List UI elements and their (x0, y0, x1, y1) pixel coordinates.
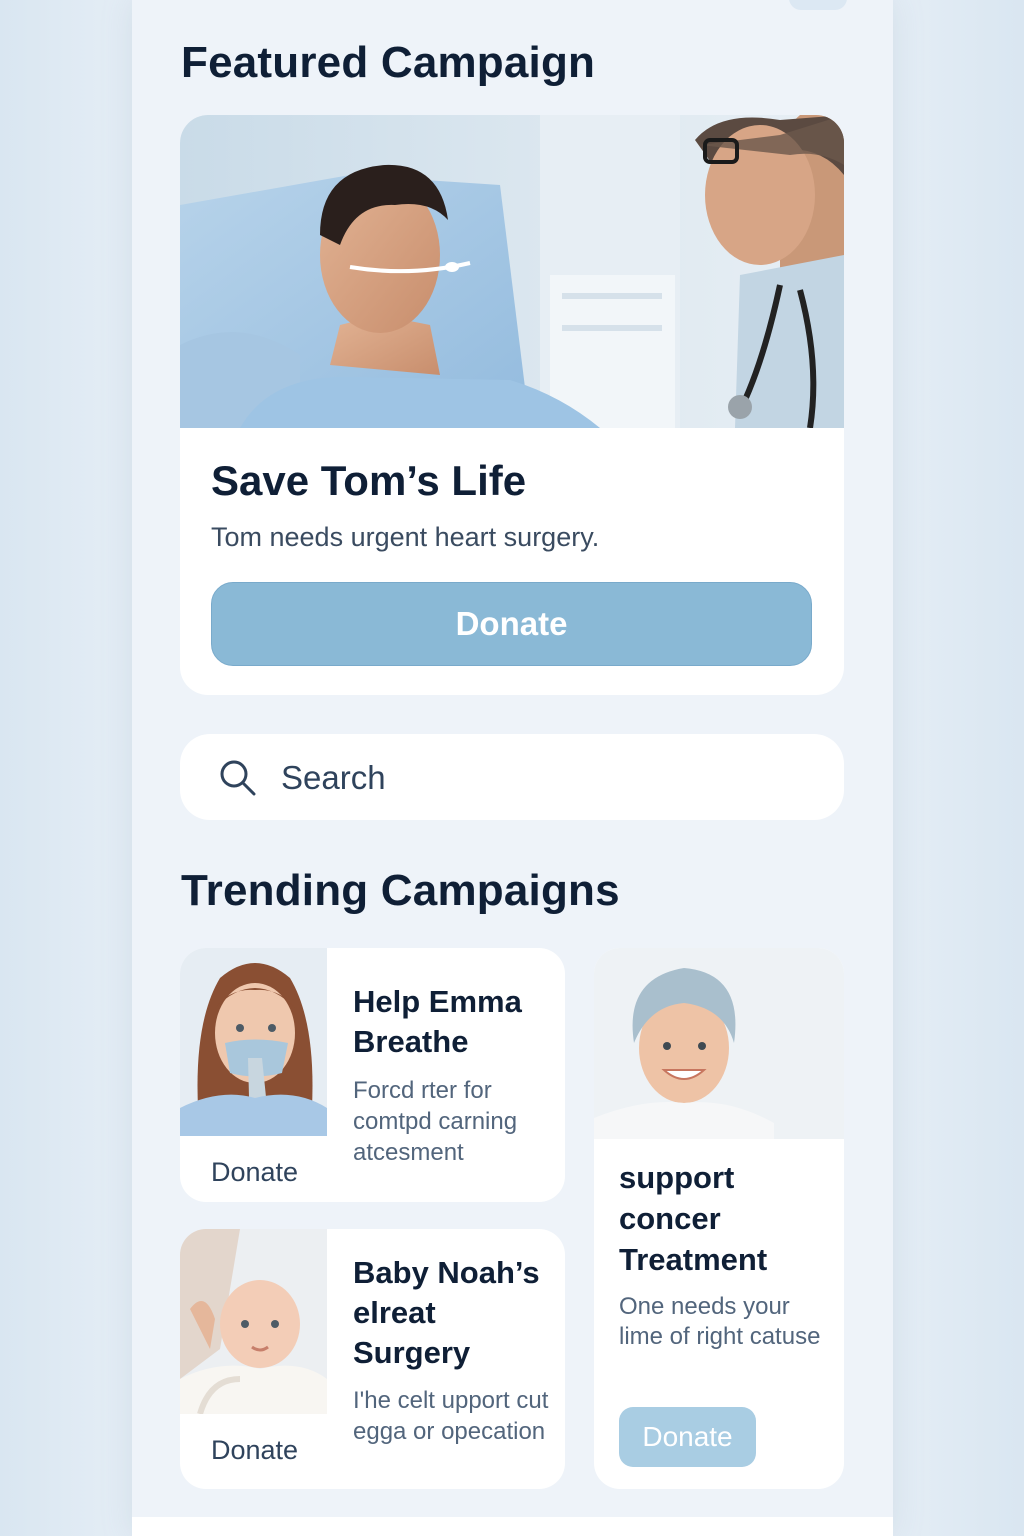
bottom-nav-bar (132, 1517, 893, 1536)
campaign-donate-button-cancer-treatment[interactable]: Donate (619, 1407, 756, 1467)
campaign-description-emma: Forcd rter for comtpd carning atcesment (353, 1077, 518, 1166)
featured-campaign-image (180, 115, 844, 428)
featured-donate-button[interactable]: Donate (211, 582, 812, 666)
featured-campaign-card[interactable]: Save Tom’s Life Tom needs urgent heart s… (180, 115, 844, 695)
campaign-title-cancer-treatment: support concer Treatment (619, 1160, 768, 1277)
campaign-title-noah: Baby Noah’s elreat Surgery (353, 1255, 540, 1370)
app-screen: Featured Campaign Save Tom’s Life Tom ne… (132, 0, 893, 1536)
campaign-image-cancer-treatment (594, 948, 844, 1139)
campaign-image-noah (180, 1229, 327, 1414)
campaign-card-emma[interactable]: Help Emma Breathe Forcd rter for comtpd … (180, 948, 565, 1202)
search-bar[interactable]: Search (180, 734, 844, 820)
campaign-donate-link-emma[interactable]: Donate (211, 1157, 298, 1188)
campaign-image-emma (180, 948, 327, 1136)
campaign-description-cancer-treatment: One needs your lime of right catuse (619, 1293, 821, 1350)
campaign-description-noah: I'he celt upport cut egga or opecation (353, 1387, 549, 1445)
featured-section-title: Featured Campaign (181, 38, 596, 87)
featured-campaign-subtitle: Tom needs urgent heart surgery. (211, 522, 600, 552)
campaign-card-noah[interactable]: Baby Noah’s elreat Surgery I'he celt upp… (180, 1229, 565, 1489)
search-icon (220, 760, 256, 796)
top-pill-button[interactable] (789, 0, 847, 10)
search-input[interactable]: Search (281, 759, 386, 797)
campaign-donate-link-noah[interactable]: Donate (211, 1435, 298, 1466)
campaign-card-cancer-treatment[interactable]: support concer Treatment One needs your … (594, 948, 844, 1489)
trending-section-title: Trending Campaigns (181, 866, 620, 915)
featured-campaign-title: Save Tom’s Life (211, 457, 527, 504)
campaign-title-emma: Help Emma Breathe (353, 984, 522, 1059)
